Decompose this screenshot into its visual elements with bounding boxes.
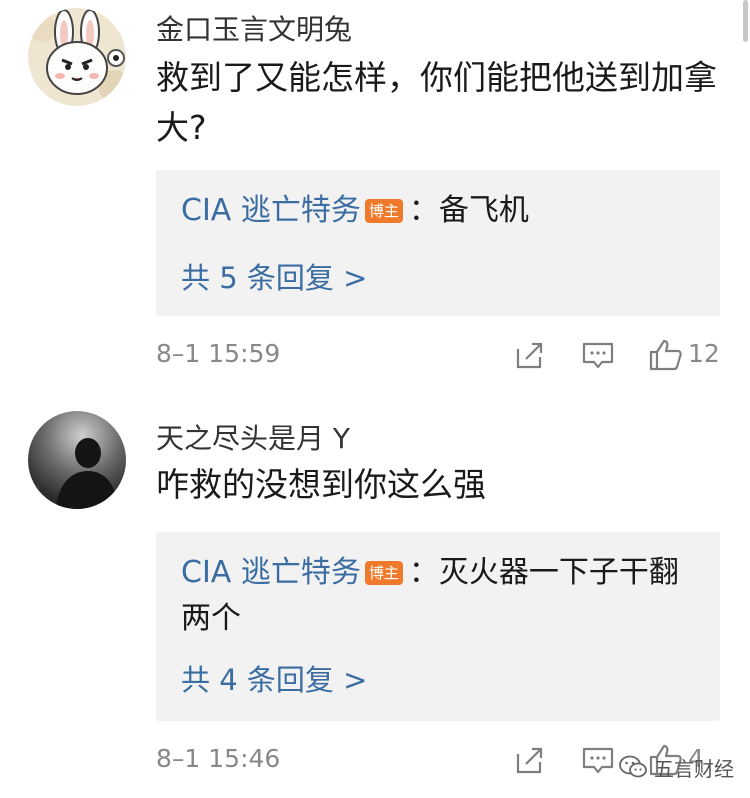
share-button[interactable] <box>510 335 550 375</box>
comment-card: 金口玉言文明兔 救到了又能怎样，你们能把他送到加拿大? CIA 逃亡特务 博主 ：备… <box>0 0 750 395</box>
view-more-replies-link[interactable]: 共 4 条回复 > <box>181 657 367 699</box>
wechat-icon <box>619 755 647 778</box>
dark-photo-avatar-image <box>28 411 126 509</box>
avatar[interactable] <box>28 411 126 509</box>
author-badge: 博主 <box>364 199 403 223</box>
timestamp: 8–1 15:59 <box>156 339 281 368</box>
watermark-text: 五言财经 <box>654 756 734 781</box>
like-count: 12 <box>688 339 720 368</box>
comment-text: 救到了又能怎样，你们能把他送到加拿大? <box>156 58 717 147</box>
like-button[interactable] <box>646 335 686 375</box>
reply-preview[interactable]: CIA 逃亡特务 博主 ：灭火器一下子干翻两个 共 4 条回复 > <box>156 532 720 721</box>
reply-line: CIA 逃亡特务 博主 ：备飞机 <box>181 188 700 234</box>
comment-button[interactable] <box>578 335 618 375</box>
reply-preview[interactable]: CIA 逃亡特务 博主 ：备飞机 共 5 条回复 > <box>156 170 720 316</box>
avatar[interactable] <box>28 8 126 106</box>
timestamp: 8–1 15:46 <box>156 744 281 773</box>
reply-separator: ： <box>408 193 439 228</box>
comment-meta-row: 8–1 15:59 12 <box>0 335 750 375</box>
reply-author-name[interactable]: CIA 逃亡特务 <box>181 555 361 590</box>
comment-button[interactable] <box>578 740 618 780</box>
watermark: 五言财经 <box>618 752 734 782</box>
share-icon <box>516 342 543 369</box>
bunny-avatar-image <box>28 8 126 106</box>
comment-icon <box>582 747 614 774</box>
comment-text: 咋救的没想到你这么强 <box>156 465 486 504</box>
author-badge: 博主 <box>364 561 403 585</box>
username[interactable]: 天之尽头是月 Y <box>156 417 350 457</box>
username[interactable]: 金口玉言文明兔 <box>156 8 352 48</box>
view-more-replies-link[interactable]: 共 5 条回复 > <box>181 255 367 297</box>
share-button[interactable] <box>510 740 550 780</box>
reply-separator: ： <box>408 555 439 590</box>
thumbs-up-icon <box>649 339 682 371</box>
scrollbar[interactable] <box>743 0 748 42</box>
reply-text: 备飞机 <box>438 193 529 228</box>
comment-card: 天之尽头是月 Y 咋救的没想到你这么强 CIA 逃亡特务 博主 ：灭火器一下子干翻两… <box>0 395 750 798</box>
comment-icon <box>582 342 614 369</box>
reply-line: CIA 逃亡特务 博主 ：灭火器一下子干翻两个 <box>181 550 700 642</box>
reply-author-name[interactable]: CIA 逃亡特务 <box>181 193 361 228</box>
share-icon <box>516 747 543 774</box>
